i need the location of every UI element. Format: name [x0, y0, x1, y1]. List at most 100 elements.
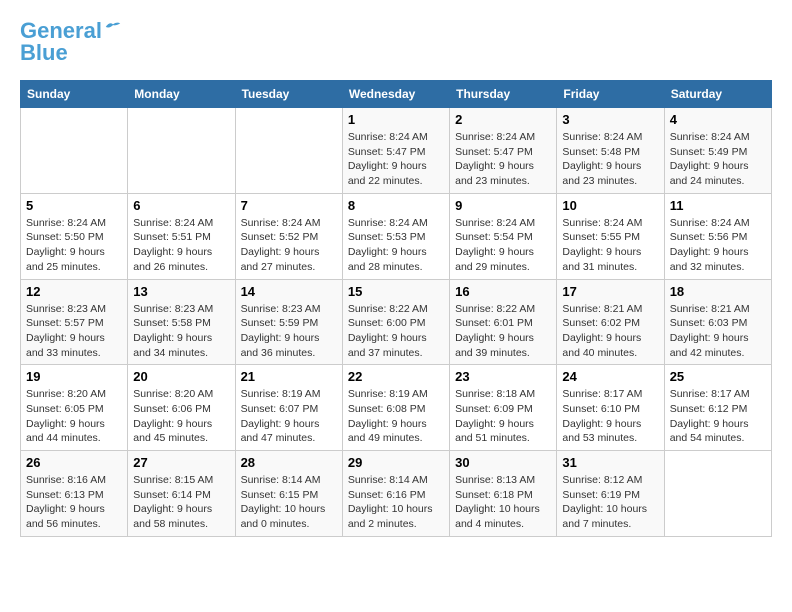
day-info: Sunrise: 8:13 AM Sunset: 6:18 PM Dayligh… — [455, 473, 551, 532]
calendar-cell: 12 Sunrise: 8:23 AM Sunset: 5:57 PM Dayli… — [21, 279, 128, 365]
day-number: 20 — [133, 369, 229, 384]
weekday-header-row: SundayMondayTuesdayWednesdayThursdayFrid… — [21, 81, 772, 108]
logo-blue: Blue — [20, 42, 68, 64]
day-info: Sunrise: 8:19 AM Sunset: 6:07 PM Dayligh… — [241, 387, 337, 446]
day-number: 13 — [133, 284, 229, 299]
day-info: Sunrise: 8:17 AM Sunset: 6:12 PM Dayligh… — [670, 387, 766, 446]
calendar-cell: 10 Sunrise: 8:24 AM Sunset: 5:55 PM Dayli… — [557, 193, 664, 279]
calendar-week-row: 19 Sunrise: 8:20 AM Sunset: 6:05 PM Dayli… — [21, 365, 772, 451]
calendar-cell: 6Sunrise: 8:24 AM Sunset: 5:51 PM Daylig… — [128, 193, 235, 279]
calendar-cell: 17Sunrise: 8:21 AM Sunset: 6:02 PM Dayli… — [557, 279, 664, 365]
day-number: 8 — [348, 198, 444, 213]
day-number: 24 — [562, 369, 658, 384]
day-number: 16 — [455, 284, 551, 299]
calendar-cell: 1 Sunrise: 8:24 AM Sunset: 5:47 PM Daylig… — [342, 108, 449, 194]
calendar-cell: 14Sunrise: 8:23 AM Sunset: 5:59 PM Dayli… — [235, 279, 342, 365]
calendar-cell — [128, 108, 235, 194]
page-header: General Blue — [20, 20, 772, 64]
day-info: Sunrise: 8:14 AM Sunset: 6:15 PM Dayligh… — [241, 473, 337, 532]
calendar-cell: 3 Sunrise: 8:24 AM Sunset: 5:48 PM Daylig… — [557, 108, 664, 194]
calendar-cell: 26 Sunrise: 8:16 AM Sunset: 6:13 PM Dayli… — [21, 451, 128, 537]
day-info: Sunrise: 8:18 AM Sunset: 6:09 PM Dayligh… — [455, 387, 551, 446]
calendar-cell: 24 Sunrise: 8:17 AM Sunset: 6:10 PM Dayli… — [557, 365, 664, 451]
calendar-cell: 11Sunrise: 8:24 AM Sunset: 5:56 PM Dayli… — [664, 193, 771, 279]
day-number: 7 — [241, 198, 337, 213]
day-number: 26 — [26, 455, 122, 470]
day-number: 22 — [348, 369, 444, 384]
calendar-cell: 7Sunrise: 8:24 AM Sunset: 5:52 PM Daylig… — [235, 193, 342, 279]
day-info: Sunrise: 8:16 AM Sunset: 6:13 PM Dayligh… — [26, 473, 122, 532]
calendar-cell: 18 Sunrise: 8:21 AM Sunset: 6:03 PM Dayli… — [664, 279, 771, 365]
calendar-cell: 23Sunrise: 8:18 AM Sunset: 6:09 PM Dayli… — [450, 365, 557, 451]
day-number: 1 — [348, 112, 444, 127]
calendar-cell — [21, 108, 128, 194]
day-info: Sunrise: 8:24 AM Sunset: 5:53 PM Dayligh… — [348, 216, 444, 275]
day-info: Sunrise: 8:24 AM Sunset: 5:56 PM Dayligh… — [670, 216, 766, 275]
calendar-week-row: 1 Sunrise: 8:24 AM Sunset: 5:47 PM Daylig… — [21, 108, 772, 194]
calendar-cell: 2 Sunrise: 8:24 AM Sunset: 5:47 PM Daylig… — [450, 108, 557, 194]
day-info: Sunrise: 8:24 AM Sunset: 5:50 PM Dayligh… — [26, 216, 122, 275]
day-number: 12 — [26, 284, 122, 299]
weekday-header: Thursday — [450, 81, 557, 108]
day-info: Sunrise: 8:22 AM Sunset: 6:01 PM Dayligh… — [455, 302, 551, 361]
logo: General Blue — [20, 20, 122, 64]
day-info: Sunrise: 8:24 AM Sunset: 5:47 PM Dayligh… — [455, 130, 551, 189]
day-info: Sunrise: 8:20 AM Sunset: 6:06 PM Dayligh… — [133, 387, 229, 446]
weekday-header: Wednesday — [342, 81, 449, 108]
day-info: Sunrise: 8:14 AM Sunset: 6:16 PM Dayligh… — [348, 473, 444, 532]
calendar-cell: 29 Sunrise: 8:14 AM Sunset: 6:16 PM Dayli… — [342, 451, 449, 537]
day-info: Sunrise: 8:23 AM Sunset: 5:58 PM Dayligh… — [133, 302, 229, 361]
calendar-cell: 8 Sunrise: 8:24 AM Sunset: 5:53 PM Daylig… — [342, 193, 449, 279]
day-info: Sunrise: 8:24 AM Sunset: 5:47 PM Dayligh… — [348, 130, 444, 189]
day-number: 15 — [348, 284, 444, 299]
day-number: 18 — [670, 284, 766, 299]
day-number: 29 — [348, 455, 444, 470]
day-info: Sunrise: 8:24 AM Sunset: 5:48 PM Dayligh… — [562, 130, 658, 189]
day-number: 5 — [26, 198, 122, 213]
calendar-cell: 31 Sunrise: 8:12 AM Sunset: 6:19 PM Dayli… — [557, 451, 664, 537]
day-number: 9 — [455, 198, 551, 213]
calendar-cell — [664, 451, 771, 537]
day-number: 4 — [670, 112, 766, 127]
day-info: Sunrise: 8:17 AM Sunset: 6:10 PM Dayligh… — [562, 387, 658, 446]
calendar-cell: 9 Sunrise: 8:24 AM Sunset: 5:54 PM Daylig… — [450, 193, 557, 279]
day-info: Sunrise: 8:20 AM Sunset: 6:05 PM Dayligh… — [26, 387, 122, 446]
calendar-cell: 30 Sunrise: 8:13 AM Sunset: 6:18 PM Dayli… — [450, 451, 557, 537]
calendar-table: SundayMondayTuesdayWednesdayThursdayFrid… — [20, 80, 772, 537]
calendar-cell: 13 Sunrise: 8:23 AM Sunset: 5:58 PM Dayli… — [128, 279, 235, 365]
day-info: Sunrise: 8:15 AM Sunset: 6:14 PM Dayligh… — [133, 473, 229, 532]
calendar-week-row: 12 Sunrise: 8:23 AM Sunset: 5:57 PM Dayli… — [21, 279, 772, 365]
day-info: Sunrise: 8:23 AM Sunset: 5:57 PM Dayligh… — [26, 302, 122, 361]
day-number: 2 — [455, 112, 551, 127]
calendar-cell: 21 Sunrise: 8:19 AM Sunset: 6:07 PM Dayli… — [235, 365, 342, 451]
weekday-header: Sunday — [21, 81, 128, 108]
day-number: 21 — [241, 369, 337, 384]
weekday-header: Tuesday — [235, 81, 342, 108]
calendar-cell: 4 Sunrise: 8:24 AM Sunset: 5:49 PM Daylig… — [664, 108, 771, 194]
day-info: Sunrise: 8:19 AM Sunset: 6:08 PM Dayligh… — [348, 387, 444, 446]
calendar-cell: 22 Sunrise: 8:19 AM Sunset: 6:08 PM Dayli… — [342, 365, 449, 451]
weekday-header: Saturday — [664, 81, 771, 108]
calendar-cell: 19 Sunrise: 8:20 AM Sunset: 6:05 PM Dayli… — [21, 365, 128, 451]
day-info: Sunrise: 8:24 AM Sunset: 5:55 PM Dayligh… — [562, 216, 658, 275]
day-info: Sunrise: 8:12 AM Sunset: 6:19 PM Dayligh… — [562, 473, 658, 532]
day-info: Sunrise: 8:24 AM Sunset: 5:54 PM Dayligh… — [455, 216, 551, 275]
calendar-cell: 16 Sunrise: 8:22 AM Sunset: 6:01 PM Dayli… — [450, 279, 557, 365]
day-number: 3 — [562, 112, 658, 127]
calendar-week-row: 26 Sunrise: 8:16 AM Sunset: 6:13 PM Dayli… — [21, 451, 772, 537]
day-number: 6 — [133, 198, 229, 213]
day-number: 31 — [562, 455, 658, 470]
calendar-cell: 5 Sunrise: 8:24 AM Sunset: 5:50 PM Daylig… — [21, 193, 128, 279]
day-info: Sunrise: 8:24 AM Sunset: 5:49 PM Dayligh… — [670, 130, 766, 189]
day-info: Sunrise: 8:21 AM Sunset: 6:02 PM Dayligh… — [562, 302, 658, 361]
calendar-cell: 25Sunrise: 8:17 AM Sunset: 6:12 PM Dayli… — [664, 365, 771, 451]
calendar-cell: 28Sunrise: 8:14 AM Sunset: 6:15 PM Dayli… — [235, 451, 342, 537]
day-number: 30 — [455, 455, 551, 470]
calendar-week-row: 5 Sunrise: 8:24 AM Sunset: 5:50 PM Daylig… — [21, 193, 772, 279]
day-info: Sunrise: 8:21 AM Sunset: 6:03 PM Dayligh… — [670, 302, 766, 361]
day-number: 19 — [26, 369, 122, 384]
weekday-header: Friday — [557, 81, 664, 108]
day-number: 10 — [562, 198, 658, 213]
calendar-cell: 15Sunrise: 8:22 AM Sunset: 6:00 PM Dayli… — [342, 279, 449, 365]
day-number: 14 — [241, 284, 337, 299]
